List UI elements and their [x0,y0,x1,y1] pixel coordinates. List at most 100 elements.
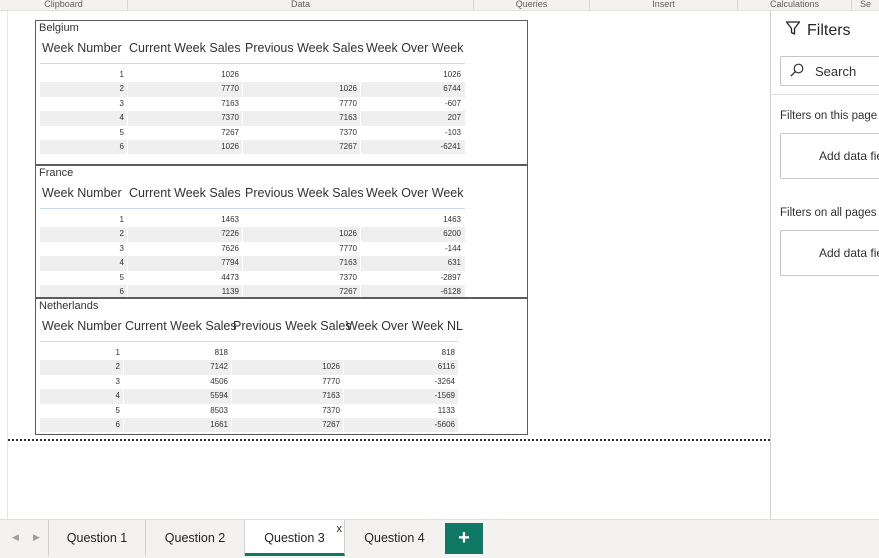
table-cell: 5 [119,127,124,137]
table-cell: 4473 [127,270,242,285]
table-cell: 818 [123,346,231,361]
section-title: Belgium [39,22,79,34]
table-row[interactable]: 6 1661 7267 -5606 [40,418,458,433]
table-cell: 1 [115,348,120,357]
add-data-field-all-pages[interactable]: Add data fie [780,230,879,276]
column-header[interactable]: Previous Week Sales [245,35,364,61]
table-cell: 3 [119,98,124,108]
table-cell: 1661 [123,418,231,433]
tab-question-2[interactable]: Question 2 [146,520,245,556]
filters-pane: Filters Search Filters on this page Add … [770,11,879,519]
table-cell: 3 [115,376,120,386]
table-cell: 818 [343,346,458,361]
table-cell: 207 [360,111,464,126]
tab-question-3[interactable]: Question 3 x [245,520,345,556]
table-row[interactable]: 2 7770 1026 6744 [40,82,465,97]
filters-title-text: Filters [807,21,851,39]
column-header[interactable]: Previous Week Sales [245,180,364,206]
table-cell: 1463 [360,213,464,228]
table-cell: 7794 [127,256,242,271]
table-row[interactable]: 2 7226 1026 6200 [40,227,465,242]
table-cell: -6241 [360,140,464,155]
table-cell: 1026 [360,68,464,83]
column-header[interactable]: Week Number [42,35,122,61]
table-cell: 5 [115,405,120,415]
column-header[interactable]: Current Week Sales [129,180,241,206]
table-cell: 2 [115,362,120,372]
table-cell: 6200 [360,227,464,242]
column-header[interactable]: Current Week Sales [125,313,237,339]
table-cell: -607 [360,96,464,112]
table-row[interactable]: 4 7794 7163 631 [40,256,465,271]
column-header[interactable]: Week Over Week [366,180,464,206]
table-row[interactable]: 5 7267 7370 -103 [40,125,465,140]
page-boundary-line [8,439,770,441]
column-header[interactable]: Week Over Week [366,35,464,61]
table-cell: 4 [119,113,124,123]
column-header[interactable]: Week Number [42,313,122,339]
table-row[interactable]: 1 1026 1026 [40,68,465,83]
matrix-visual[interactable]: Belgium Week Number Current Week Sales P… [35,20,528,435]
search-placeholder: Search [815,63,857,79]
header-divider [40,341,458,342]
column-header[interactable]: Week Over Week NL [346,313,463,339]
table-cell: 1463 [127,213,242,228]
scroll-right-icon[interactable]: ▶ [33,532,40,543]
table-cell: -103 [360,125,464,140]
canvas-edge [7,11,8,519]
table-row[interactable]: 3 4506 7770 -3264 [40,374,458,390]
table-row[interactable]: 2 7142 1026 6116 [40,360,458,375]
tab-question-4[interactable]: Question 4 [345,520,444,556]
table-cell: 6 [115,420,120,429]
table-row[interactable]: 1 818 818 [40,346,458,361]
scroll-left-icon[interactable]: ◀ [12,532,19,543]
section-title: France [39,167,74,179]
table-cell: -144 [360,241,464,257]
table-cell: 1 [119,215,124,224]
table-cell [231,346,343,361]
table-cell: 7163 [231,389,343,404]
column-header[interactable]: Week Number [42,180,122,206]
table-cell: 1026 [127,140,242,155]
table-cell: 2 [119,84,124,94]
table-row[interactable]: 5 4473 7370 -2897 [40,270,465,285]
header-divider [40,63,465,64]
table-row[interactable]: 5 8503 7370 1133 [40,403,458,418]
table-cell: 4 [115,391,120,401]
ribbon-group-queries: Queries [474,0,590,10]
table-row[interactable]: 4 7370 7163 207 [40,111,465,126]
table-cell: 7626 [127,241,242,257]
table-cell: -2897 [360,270,464,285]
close-icon[interactable]: x [337,524,343,535]
table-row[interactable]: 6 1026 7267 -6241 [40,140,465,155]
column-header[interactable]: Current Week Sales [129,35,241,61]
table-cell: 7163 [127,96,242,112]
table-row[interactable]: 1 1463 1463 [40,213,465,228]
add-page-button[interactable]: + [445,523,483,554]
add-data-field-this-page[interactable]: Add data fie [780,133,879,179]
table-cell: 5594 [123,389,231,404]
tab-question-1[interactable]: Question 1 [48,520,146,556]
table-cell: 7142 [123,360,231,375]
section-netherlands: Netherlands Week Number Current Week Sal… [36,297,527,434]
table-cell: 7163 [242,111,360,126]
table-cell: -1569 [343,389,458,404]
table-cell: 7370 [127,111,242,126]
table-row[interactable]: 4 5594 7163 -1569 [40,389,458,404]
table-cell: 4506 [123,374,231,390]
filters-on-this-page-label: Filters on this page [780,110,878,122]
column-header[interactable]: Previous Week Sales [233,313,352,339]
filters-on-all-pages-label: Filters on all pages [780,207,877,219]
filter-funnel-icon [785,20,801,41]
table-cell: 4 [119,258,124,268]
table-row[interactable]: 3 7163 7770 -607 [40,96,465,112]
ribbon-group-data: Data [128,0,474,10]
ribbon-group-clipboard: Clipboard [0,0,128,10]
section-france: France Week Number Current Week Sales Pr… [36,164,527,300]
tab-label: Question 3 [264,531,325,545]
filters-search-box[interactable]: Search [780,56,879,86]
table-cell: 1026 [242,82,360,97]
filters-title: Filters [785,20,851,41]
table-cell: 3 [119,243,124,253]
table-row[interactable]: 3 7626 7770 -144 [40,241,465,257]
